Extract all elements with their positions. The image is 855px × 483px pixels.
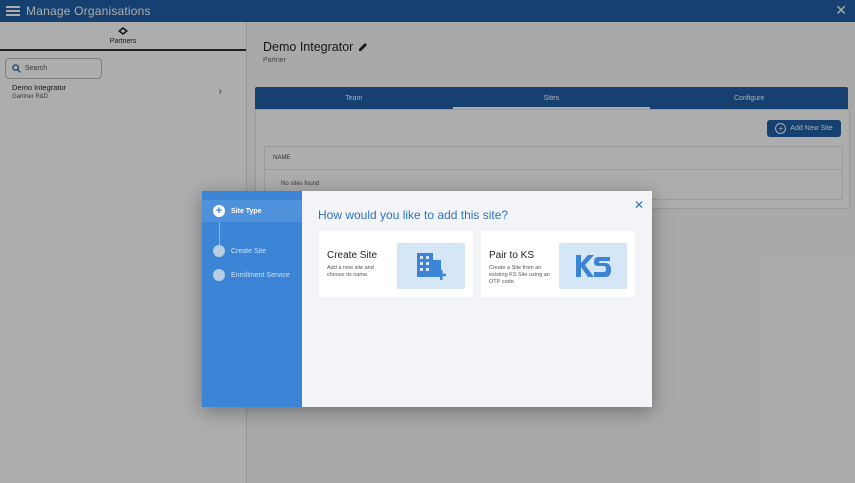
create-site-card[interactable]: Create Site Add a new site and choose it…	[319, 231, 473, 297]
step-label: Create Site	[231, 247, 267, 255]
card-title: Pair to KS	[489, 250, 535, 261]
step-label: Site Type	[231, 207, 262, 215]
plus-icon: +	[213, 205, 225, 217]
card-title: Create Site	[327, 250, 378, 261]
step-label: Enrollment Service	[231, 271, 290, 279]
card-description: Add a new site and choose its name.	[327, 265, 374, 278]
step-dot-icon	[213, 269, 225, 281]
stepper: + Site Type Create Site Enrollment Servi…	[202, 191, 302, 407]
step-create-site[interactable]: Create Site	[213, 245, 266, 257]
building-add-icon	[397, 243, 465, 289]
ks-logo-icon	[559, 243, 627, 289]
card-description: Create a Site from an existing KS Site u…	[489, 265, 550, 285]
step-enrollment-service[interactable]: Enrollment Service	[213, 269, 290, 281]
step-dot-icon	[213, 245, 225, 257]
dialog-body: How would you like to add this site? ✕ C…	[302, 191, 652, 407]
step-site-type[interactable]: + Site Type	[213, 205, 262, 217]
add-site-dialog: + Site Type Create Site Enrollment Servi…	[202, 191, 652, 407]
step-connector	[219, 222, 220, 246]
dialog-title: How would you like to add this site?	[318, 208, 509, 222]
pair-to-ks-card[interactable]: Pair to KS Create a Site from an existin…	[481, 231, 635, 297]
close-icon[interactable]: ✕	[634, 198, 644, 212]
